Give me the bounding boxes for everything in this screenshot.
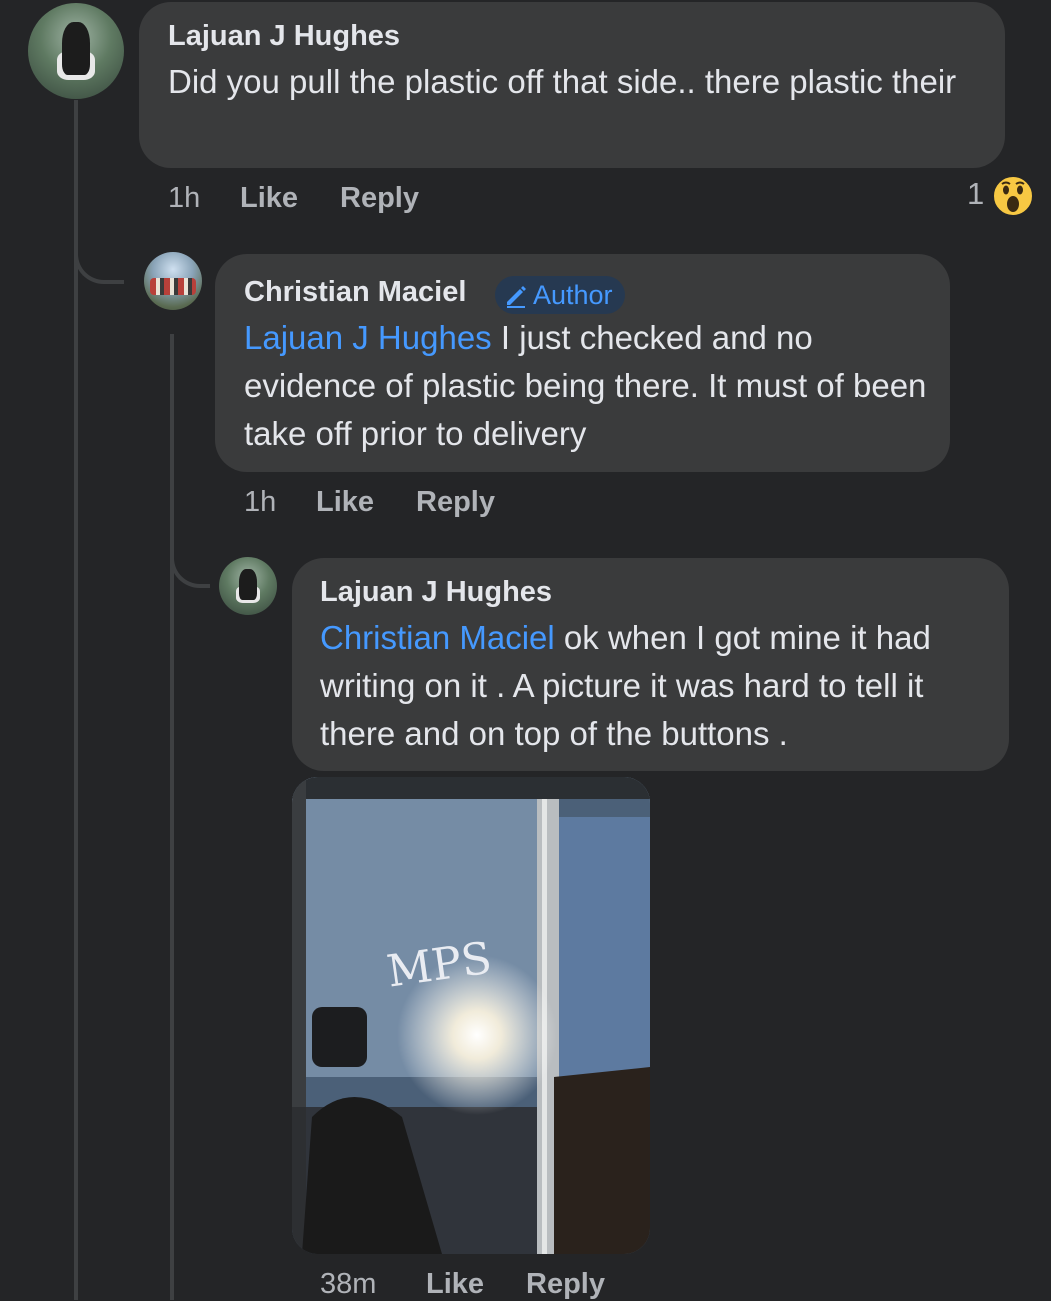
thread-connector-2 [170,500,210,588]
avatar[interactable] [144,252,202,310]
reaction-count[interactable]: 1 [967,176,984,212]
reply-button[interactable]: Reply [526,1268,605,1301]
comment-text: Christian Maciel ok when I got mine it h… [320,619,931,752]
thread-connector-1 [74,180,124,284]
like-button[interactable]: Like [240,182,298,215]
like-button[interactable]: Like [426,1268,484,1301]
avatar[interactable] [219,557,277,615]
mention-link[interactable]: Lajuan J Hughes [244,319,492,356]
comment-time[interactable]: 1h [168,182,200,215]
reply-button[interactable]: Reply [340,182,419,215]
thread-line-main [74,100,78,1300]
thread-line-reply [170,334,174,1300]
avatar[interactable] [28,3,124,99]
photo-content: MPS [292,777,650,1254]
comment-text: Did you pull the plastic off that side..… [168,63,957,100]
author-badge: Author [495,276,625,314]
comment-author[interactable]: Lajuan J Hughes [168,20,400,53]
wow-reaction-icon[interactable] [992,175,1034,217]
comment-photo[interactable]: MPS [292,777,650,1254]
reply-button[interactable]: Reply [416,486,495,519]
comment-time[interactable]: 1h [244,486,276,519]
comment-author[interactable]: Lajuan J Hughes [320,576,552,609]
comment-author[interactable]: Christian Maciel [244,276,466,309]
like-button[interactable]: Like [316,486,374,519]
mention-link[interactable]: Christian Maciel [320,619,555,656]
comment-text: Lajuan J Hughes I just checked and no ev… [244,319,927,452]
pencil-icon [507,286,526,308]
comment-time[interactable]: 38m [320,1268,376,1301]
